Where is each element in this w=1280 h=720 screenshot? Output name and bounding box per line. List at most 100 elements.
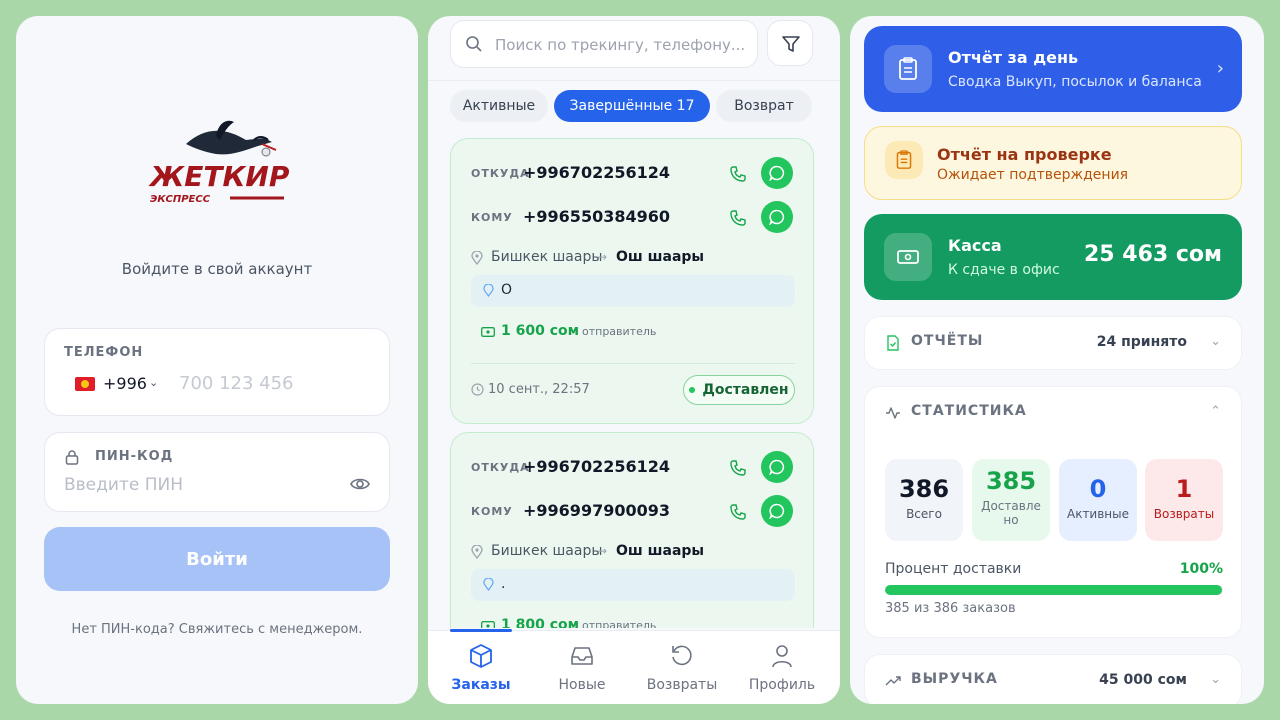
- nav-profile-label: Профиль: [748, 677, 816, 693]
- to-phone: +996550384960: [523, 207, 670, 226]
- orders-list: ОТКУДА +996702256124 КОМУ +996550384960 …: [428, 132, 840, 628]
- search-placeholder: Поиск по трекингу, телефону...: [495, 36, 746, 54]
- phone-field[interactable]: ТЕЛЕФОН +996 ⌄ 700 123 456: [44, 328, 390, 416]
- arrow-right-icon: →: [597, 544, 608, 558]
- order-card[interactable]: ОТКУДА +996702256124 КОМУ +996550384960 …: [450, 138, 814, 424]
- nav-returns-label: Возвраты: [646, 677, 718, 693]
- from-phone: +996702256124: [523, 457, 670, 476]
- pending-report-card[interactable]: Отчёт на проверке Ожидает подтверждения: [864, 126, 1242, 200]
- whatsapp-button[interactable]: [761, 157, 793, 189]
- phone-icon[interactable]: [729, 459, 747, 477]
- payer-label: · отправитель: [575, 619, 657, 628]
- nav-new[interactable]: Новые: [537, 643, 627, 693]
- nav-returns[interactable]: Возвраты: [637, 643, 727, 693]
- country-code[interactable]: +996: [103, 374, 147, 393]
- tab-active[interactable]: Активные: [450, 90, 548, 122]
- address-text: О: [501, 282, 513, 298]
- stat-returns-value: 1: [1175, 475, 1193, 503]
- stat-active-label: Активные: [1066, 507, 1130, 521]
- delivery-progress-fill: [885, 585, 1222, 595]
- kassa-subtitle: К сдаче в офис: [948, 262, 1060, 278]
- order-date: 10 сент., 22:57: [488, 382, 590, 397]
- address-box: О: [471, 275, 795, 307]
- filter-button[interactable]: [767, 20, 813, 66]
- daily-report-title: Отчёт за день: [948, 48, 1079, 67]
- stat-delivered: 385 Доставле но: [972, 459, 1050, 541]
- lock-icon: [65, 450, 79, 465]
- statistics-title: СТАТИСТИКА: [911, 403, 1027, 419]
- stat-returns-label: Возвраты: [1153, 507, 1215, 521]
- chat-icon: [769, 459, 785, 475]
- to-phone: +996997900093: [523, 501, 670, 520]
- zhetkir-logo: ЖЕТКИР ЭКСПРЕСС: [146, 116, 306, 216]
- kyrgyzstan-flag-icon[interactable]: [75, 377, 95, 391]
- phone-icon[interactable]: [729, 503, 747, 521]
- chevron-down-icon[interactable]: ⌄: [1210, 672, 1221, 687]
- daily-report-card[interactable]: Отчёт за день Сводка Выкуп, посылок и ба…: [864, 26, 1242, 112]
- delivery-progress-bar: [885, 585, 1223, 595]
- tab-completed[interactable]: Завершённые 17: [554, 90, 710, 122]
- daily-report-subtitle: Сводка Выкуп, посылок и баланса: [948, 74, 1202, 90]
- address-text: .: [501, 576, 506, 592]
- chevron-right-icon: ›: [1216, 58, 1224, 79]
- chevron-down-icon[interactable]: ⌄: [149, 376, 158, 389]
- search-input[interactable]: Поиск по трекингу, телефону...: [450, 20, 758, 68]
- chat-icon: [769, 503, 785, 519]
- clipboard-icon: [884, 45, 932, 93]
- chevron-up-icon[interactable]: ⌃: [1210, 404, 1221, 419]
- login-title: Войдите в свой аккаунт: [121, 260, 313, 278]
- phone-icon[interactable]: [729, 209, 747, 227]
- pin-field[interactable]: ПИН-КОД Введите ПИН: [44, 432, 390, 512]
- order-amount: 1 600 сом: [501, 323, 580, 339]
- active-tab-indicator: [450, 629, 512, 632]
- phone-icon[interactable]: [729, 165, 747, 183]
- delivery-percent-label: Процент доставки: [885, 561, 1022, 577]
- stat-active-value: 0: [1089, 475, 1107, 503]
- pin-label: ПИН-КОД: [95, 449, 174, 464]
- to-label: КОМУ: [471, 505, 513, 518]
- divider: [471, 363, 795, 364]
- stat-returns: 1 Возвраты: [1145, 459, 1223, 541]
- revenue-value: 45 000 сом: [1099, 672, 1187, 688]
- orders-screen: Поиск по трекингу, телефону... Активные …: [428, 16, 840, 704]
- order-card[interactable]: ОТКУДА +996702256124 КОМУ +996997900093 …: [450, 432, 814, 628]
- search-icon: [466, 36, 482, 52]
- revenue-section[interactable]: ВЫРУЧКА 45 000 сом ⌄: [864, 654, 1242, 704]
- svg-text:ЭКСПРЕСС: ЭКСПРЕСС: [150, 194, 211, 205]
- stat-total: 386 Всего: [885, 459, 963, 541]
- pin-input[interactable]: Введите ПИН: [64, 475, 183, 495]
- chevron-down-icon[interactable]: ⌄: [1210, 334, 1221, 349]
- phone-label: ТЕЛЕФОН: [64, 345, 144, 360]
- filter-icon: [782, 36, 800, 52]
- box-icon: [470, 644, 492, 668]
- tab-return[interactable]: Возврат: [716, 90, 812, 122]
- whatsapp-button[interactable]: [761, 201, 793, 233]
- whatsapp-button[interactable]: [761, 495, 793, 527]
- from-label: ОТКУДА: [471, 461, 530, 474]
- route-to: Ош шаары: [616, 249, 705, 265]
- cash-register-card[interactable]: Касса К сдаче в офис 25 463 сом: [864, 214, 1242, 300]
- stat-total-label: Всего: [906, 507, 942, 521]
- reports-section[interactable]: ОТЧЁТЫ 24 принято ⌄: [864, 316, 1242, 370]
- trending-up-icon: [885, 676, 901, 686]
- order-amount: 1 800 сом: [501, 617, 580, 628]
- nav-orders[interactable]: Заказы: [436, 643, 526, 693]
- login-button[interactable]: Войти: [44, 527, 390, 591]
- clipboard-icon: [885, 141, 923, 179]
- eye-icon[interactable]: [349, 473, 371, 495]
- from-phone: +996702256124: [523, 163, 670, 182]
- route-from: Бишкек шаары: [491, 249, 603, 265]
- whatsapp-button[interactable]: [761, 451, 793, 483]
- location-pin-icon: [483, 284, 494, 297]
- arrow-right-icon: →: [597, 250, 608, 264]
- nav-profile[interactable]: Профиль: [737, 643, 827, 693]
- kassa-balance: 25 463 сом: [1084, 242, 1222, 267]
- stat-active: 0 Активные: [1059, 459, 1137, 541]
- phone-input[interactable]: 700 123 456: [179, 373, 294, 394]
- svg-text:ЖЕТКИР: ЖЕТКИР: [148, 160, 290, 193]
- payer-label: · отправитель: [575, 325, 657, 338]
- kassa-title: Касса: [948, 236, 1002, 255]
- reports-value: 24 принято: [1096, 334, 1187, 350]
- clock-icon: [471, 383, 484, 396]
- revenue-title: ВЫРУЧКА: [911, 671, 998, 687]
